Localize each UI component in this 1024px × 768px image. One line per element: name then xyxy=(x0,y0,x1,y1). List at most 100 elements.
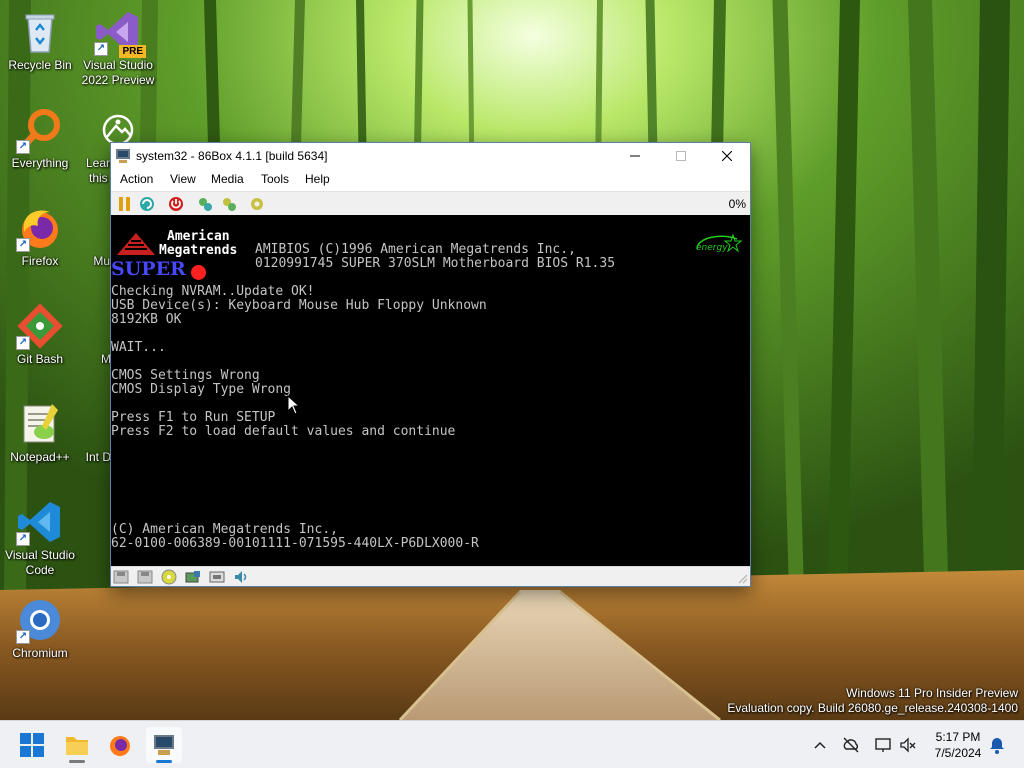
desktop-icon-visual-studio[interactable]: PRE ↗ Visual Studio 2022 Preview xyxy=(78,8,158,88)
running-indicator xyxy=(69,760,85,763)
chevron-up-icon xyxy=(814,741,826,749)
hard-disk-drive[interactable] xyxy=(185,569,203,585)
toolbar: 0% xyxy=(111,191,750,215)
ami-logo-text: American Megatrends xyxy=(159,230,237,258)
bios-line-press-f1: Press F1 to Run SETUP xyxy=(111,410,276,425)
bios-line-nvram: Checking NVRAM..Update OK! xyxy=(111,284,315,299)
onedrive-tray-icon[interactable] xyxy=(842,736,860,754)
power-button[interactable] xyxy=(168,196,186,212)
desktop-icon-everything[interactable]: ↗ Everything xyxy=(0,106,80,171)
notifications-button[interactable] xyxy=(988,736,1006,754)
menu-bar: Action View Media Tools Help xyxy=(111,169,750,191)
window-titlebar[interactable]: system32 - 86Box 4.1.1 [build 5634] xyxy=(111,143,750,169)
desktop-icon-label: Recycle Bin xyxy=(8,58,72,72)
desktop-icon-label: Visual Studio Code xyxy=(5,548,75,577)
bell-icon xyxy=(990,738,1004,754)
energy-star-logo: energy xyxy=(696,233,743,253)
settings-gear-icon xyxy=(251,198,263,210)
86box-app-icon xyxy=(154,735,174,755)
desktop-icon-chromium[interactable]: ↗ Chromium xyxy=(0,596,80,661)
power-icon xyxy=(169,197,183,211)
ami-logo-line1: American xyxy=(167,229,230,244)
floppy-drive-2[interactable] xyxy=(137,569,155,585)
volume-muted-icon xyxy=(900,737,916,753)
network-monitor-icon xyxy=(875,738,891,752)
bios-line-usb: USB Device(s): Keyboard Mouse Hub Floppy… xyxy=(111,298,487,313)
taskbar-clock[interactable]: 5:17 PM 7/5/2024 xyxy=(928,729,988,761)
cloud-offline-icon xyxy=(843,737,859,753)
volume-tray-icon[interactable] xyxy=(899,736,917,754)
menu-media[interactable]: Media xyxy=(211,172,244,186)
minimize-icon xyxy=(630,155,640,157)
desktop-icon-label: Visual Studio 2022 Preview xyxy=(81,58,155,87)
settings-button[interactable] xyxy=(249,196,267,212)
keyboard-esc-icon xyxy=(223,198,236,211)
bios-header-copyright: AMIBIOS (C)1996 American Megatrends Inc.… xyxy=(255,242,576,257)
watermark-edition: Windows 11 Pro Insider Preview xyxy=(846,686,1018,700)
shortcut-arrow-icon: ↗ xyxy=(16,336,30,350)
close-icon xyxy=(722,151,732,161)
pause-icon xyxy=(119,197,130,211)
speaker-icon xyxy=(235,571,247,583)
show-hidden-icons-button[interactable] xyxy=(811,736,829,754)
menu-tools[interactable]: Tools xyxy=(261,172,289,186)
close-button[interactable] xyxy=(704,143,750,169)
taskbar-firefox[interactable] xyxy=(102,727,138,763)
network-tray-icon[interactable] xyxy=(874,736,892,754)
network-adapter[interactable] xyxy=(209,569,227,585)
taskbar-86box[interactable] xyxy=(146,727,182,763)
bios-line-cmos-display: CMOS Display Type Wrong xyxy=(111,382,292,397)
shortcut-arrow-icon: ↗ xyxy=(16,140,30,154)
floppy-drive-1[interactable] xyxy=(113,569,131,585)
super-logo-text: SUPER xyxy=(111,258,186,280)
reset-button[interactable] xyxy=(139,196,157,212)
desktop-icon-recycle-bin[interactable]: Recycle Bin xyxy=(0,8,80,73)
cdrom-icon xyxy=(161,569,177,585)
shortcut-arrow-icon: ↗ xyxy=(16,532,30,546)
maximize-button[interactable] xyxy=(658,143,704,169)
energy-star-text: energy xyxy=(696,243,728,253)
notepadpp-icon xyxy=(23,404,58,443)
menu-help[interactable]: Help xyxy=(305,172,330,186)
floppy-disk-icon xyxy=(137,570,153,584)
maximize-icon xyxy=(676,151,686,161)
floppy-disk-icon xyxy=(113,570,129,584)
ctrl-alt-del-button[interactable] xyxy=(197,196,215,212)
recycle-bin-icon xyxy=(25,14,55,53)
menu-view[interactable]: View xyxy=(170,172,196,186)
reset-icon xyxy=(140,197,154,211)
start-button[interactable] xyxy=(14,727,50,763)
ami-triangle-logo xyxy=(117,233,155,255)
bios-line-wait: WAIT... xyxy=(111,340,166,355)
minimize-button[interactable] xyxy=(612,143,658,169)
clock-time: 5:17 PM xyxy=(935,730,981,744)
86box-window[interactable]: system32 - 86Box 4.1.1 [build 5634] Acti… xyxy=(110,142,751,587)
keyboard-gear-icon xyxy=(199,198,212,211)
bios-line-memory: 8192KB OK xyxy=(111,312,182,327)
windows-logo-icon xyxy=(20,733,44,757)
bios-footer-copyright: (C) American Megatrends Inc., xyxy=(111,522,338,537)
desktop-icon-label: Chromium xyxy=(12,646,68,660)
desktop-icon-vscode[interactable]: ↗ Visual Studio Code xyxy=(0,498,80,578)
menu-action[interactable]: Action xyxy=(120,172,153,186)
window-title: system32 - 86Box 4.1.1 [build 5634] xyxy=(136,149,328,163)
status-bar xyxy=(111,566,750,586)
bios-header-version: 0120991745 SUPER 370SLM Motherboard BIOS… xyxy=(255,256,616,271)
cpu-usage-percent: 0% xyxy=(728,197,746,211)
taskbar-file-explorer[interactable] xyxy=(59,727,95,763)
ctrl-alt-esc-button[interactable] xyxy=(221,196,239,212)
resize-grip-icon[interactable] xyxy=(738,574,748,584)
emulator-screen[interactable]: American Megatrends AMIBIOS (C)1996 Amer… xyxy=(111,215,750,566)
sound-device[interactable] xyxy=(233,569,251,585)
ami-logo-line2: Megatrends xyxy=(159,243,238,258)
running-indicator xyxy=(156,760,172,763)
shortcut-arrow-icon: ↗ xyxy=(16,238,30,252)
86box-app-icon xyxy=(116,149,130,163)
watermark-build: Evaluation copy. Build 26080.ge_release.… xyxy=(727,701,1018,715)
cdrom-drive[interactable] xyxy=(161,569,179,585)
pre-badge: PRE xyxy=(119,45,146,58)
pause-button[interactable] xyxy=(117,196,135,212)
bios-line-cmos-settings: CMOS Settings Wrong xyxy=(111,368,260,383)
desktop-icon-label: Everything xyxy=(11,156,69,170)
firefox-icon xyxy=(110,736,130,756)
